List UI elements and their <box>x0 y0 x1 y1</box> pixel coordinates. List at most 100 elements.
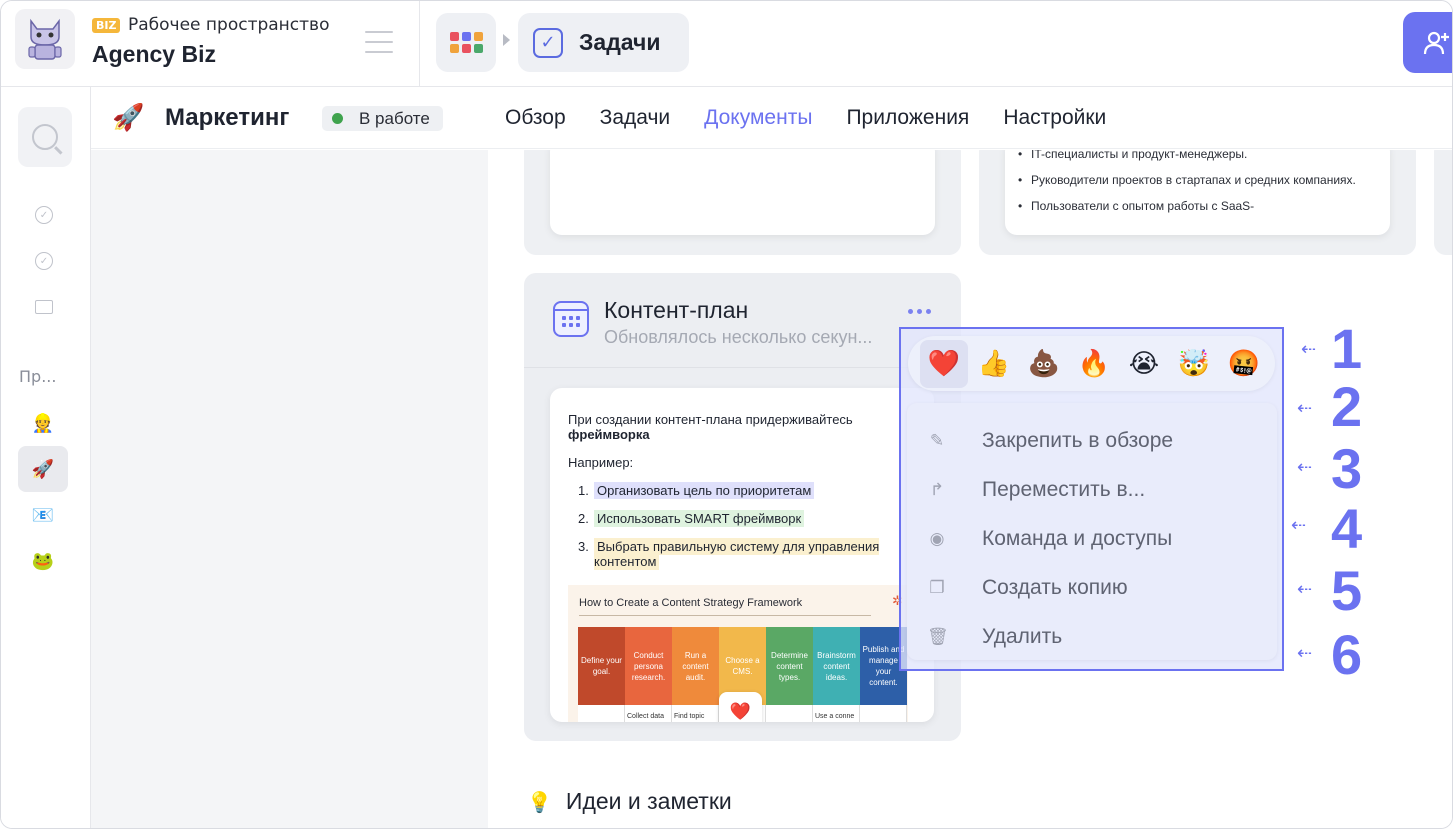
sidebar-project-item[interactable]: 👷 <box>18 400 68 446</box>
document-card[interactable] <box>524 150 961 255</box>
tab-settings[interactable]: Настройки <box>1003 106 1106 130</box>
callout-arrow-icon: ⇠ <box>1291 515 1307 536</box>
workspace-subtitle: Рабочее пространство <box>128 15 330 35</box>
callout-number: 3 <box>1331 437 1363 500</box>
menu-item-label: Закрепить в обзоре <box>982 428 1174 452</box>
pin-icon: ✎ <box>929 430 945 451</box>
calendar-icon <box>553 301 589 337</box>
search-icon <box>32 124 58 150</box>
framework-cell: Use a conne <box>813 705 860 722</box>
project-emoji-icon: 👷 <box>31 412 55 434</box>
sidebar-project-item-active[interactable]: 🚀 <box>18 446 68 492</box>
top-bar: BIZ Рабочее пространство Agency Biz ✓ За… <box>1 1 1452 87</box>
callout-arrow-icon: ⇠ <box>1301 339 1317 360</box>
menu-item-access[interactable]: ◉ Команда и доступы <box>907 514 1277 563</box>
sidebar-project-item[interactable]: 📧 <box>18 492 68 538</box>
callout-arrow-icon: ⇠ <box>1297 579 1313 600</box>
eye-icon: ◉ <box>929 528 945 549</box>
menu-item-move[interactable]: ↱ Переместить в... <box>907 465 1277 514</box>
status-dot-icon <box>332 113 343 124</box>
framework-step: Conduct persona research. <box>625 627 672 705</box>
workspace-title[interactable]: Agency Biz <box>92 41 216 68</box>
reaction-option[interactable]: ❤️ <box>920 339 968 388</box>
callout-number: 4 <box>1331 497 1363 560</box>
cat-robot-logo-icon <box>28 18 62 60</box>
framework-cell <box>860 705 907 722</box>
menu-item-label: Команда и доступы <box>982 526 1173 550</box>
lightbulb-icon: 💡 <box>527 789 552 814</box>
document-card[interactable]: IT-специалисты и продукт-менеджеры. Руко… <box>979 150 1416 255</box>
status-badge[interactable]: В работе <box>322 106 443 131</box>
copy-icon: ❐ <box>929 577 945 598</box>
reaction-heart-button[interactable]: ❤️ <box>719 692 762 722</box>
menu-item-copy[interactable]: ❐ Создать копию <box>907 563 1277 612</box>
reaction-option[interactable]: 💩 <box>1020 340 1068 388</box>
framework-cell: Collect data <box>625 705 672 722</box>
done-tasks-icon[interactable]: ✓ <box>34 251 54 271</box>
reaction-bar: ❤️ 👍 💩 🔥 😭 🤯 🤬 <box>908 336 1275 391</box>
apps-grid-button[interactable] <box>436 13 496 72</box>
reaction-option[interactable]: 🔥 <box>1070 340 1118 388</box>
status-label: В работе <box>359 108 430 128</box>
mail-icon: 📧 <box>31 504 55 526</box>
framework-step: Brainstorm content ideas. <box>813 627 860 705</box>
callout-number: 6 <box>1331 623 1363 686</box>
divider <box>579 615 871 616</box>
projects-section-label: Пр... <box>19 367 57 386</box>
callout-arrow-icon: ⇠ <box>1297 643 1313 664</box>
list-item-text: Использовать SMART фреймворк <box>594 510 805 527</box>
callout-arrow-icon: ⇠ <box>1297 398 1313 419</box>
document-preview: При создании контент-плана придерживайте… <box>550 388 934 722</box>
callout-arrow-icon: ⇠ <box>1297 457 1313 478</box>
content-plan-card[interactable]: Контент-план Обновлялось несколько секун… <box>524 273 961 741</box>
callout-number: 1 <box>1331 317 1363 380</box>
reaction-option[interactable]: 😭 <box>1120 340 1168 388</box>
sidebar-project-item[interactable]: 🐸 <box>18 538 68 584</box>
menu-toggle-icon[interactable] <box>365 31 393 53</box>
tab-apps[interactable]: Приложения <box>846 106 969 130</box>
image-title: How to Create a Content Strategy Framewo… <box>579 597 803 609</box>
framework-step: Determine content types. <box>766 627 813 705</box>
framework-step: Run a content audit. <box>672 627 719 705</box>
tab-documents[interactable]: Документы <box>704 106 812 130</box>
more-options-icon[interactable] <box>908 309 931 314</box>
checkbox-icon: ✓ <box>533 27 563 58</box>
preview-bullet: IT-специалисты и продукт-менеджеры. <box>1018 150 1372 161</box>
document-card[interactable] <box>1434 150 1452 255</box>
reaction-option[interactable]: 👍 <box>970 340 1018 388</box>
project-title[interactable]: Маркетинг <box>165 104 289 132</box>
list-item: 1. Организовать цель по приоритетам <box>578 482 916 499</box>
menu-item-pin[interactable]: ✎ Закрепить в обзоре <box>907 416 1277 465</box>
framework-step: Define your goal. <box>578 627 625 705</box>
add-user-button[interactable] <box>1403 12 1452 73</box>
list-item: 3. Выбрать правильную систему для управле… <box>578 538 880 570</box>
document-preview: IT-специалисты и продукт-менеджеры. Руко… <box>1005 150 1390 235</box>
card-title: Контент-план <box>604 297 749 323</box>
folder-icon[interactable] <box>34 297 54 317</box>
reaction-option[interactable]: 🤬 <box>1220 340 1268 388</box>
ideas-section-header: 💡 Идеи и заметки <box>527 788 732 815</box>
my-tasks-icon[interactable]: ✓ <box>34 205 54 225</box>
preview-bullet: Руководители проектов в стартапах и сред… <box>1018 174 1372 188</box>
breadcrumb-tasks-button[interactable]: ✓ Задачи <box>518 13 689 72</box>
framework-cell: Find topic <box>672 705 719 722</box>
search-button[interactable] <box>18 107 72 167</box>
menu-item-label: Создать копию <box>982 575 1128 599</box>
context-menu: ✎ Закрепить в обзоре ↱ Переместить в... … <box>907 403 1277 660</box>
tab-overview[interactable]: Обзор <box>505 106 566 130</box>
rocket-icon: 🚀 <box>112 103 145 133</box>
app-window: BIZ Рабочее пространство Agency Biz ✓ За… <box>0 0 1453 829</box>
left-sidebar: ✓ ✓ Пр... 👷 🚀 📧 🐸 <box>1 87 91 828</box>
menu-item-delete[interactable]: 🗑 Удалить <box>907 612 1277 661</box>
framework-cell <box>578 705 625 722</box>
workspace-logo[interactable] <box>15 9 75 69</box>
doc-paragraph: При создании контент-плана придерживайте… <box>568 412 916 442</box>
frog-icon: 🐸 <box>31 550 55 572</box>
workspace-plan-badge: BIZ <box>92 18 121 33</box>
doc-text: При создании контент-плана придерживайте… <box>568 412 853 427</box>
card-updated-text: Обновлялось несколько секун... <box>604 327 873 347</box>
doc-numbered-list: 1. Организовать цель по приоритетам 2. Исп… <box>568 482 916 570</box>
reaction-option[interactable]: 🤯 <box>1170 340 1218 388</box>
tab-tasks[interactable]: Задачи <box>600 106 671 130</box>
list-item-text: Организовать цель по приоритетам <box>594 482 815 499</box>
